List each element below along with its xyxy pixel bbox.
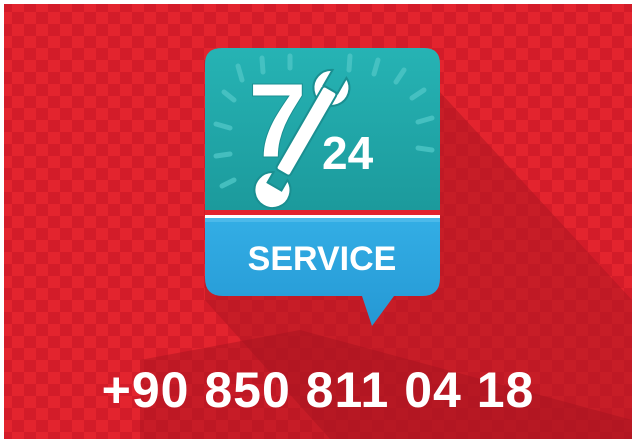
phone-number[interactable]: +90 850 811 04 18: [0, 360, 636, 420]
service-badge: 7 24: [205, 48, 440, 218]
service-banner: 7 24 SERVICE +90 850 811 04 18: [0, 0, 636, 443]
service-label: SERVICE: [248, 240, 397, 278]
twenty-four-label: 24: [322, 127, 374, 179]
